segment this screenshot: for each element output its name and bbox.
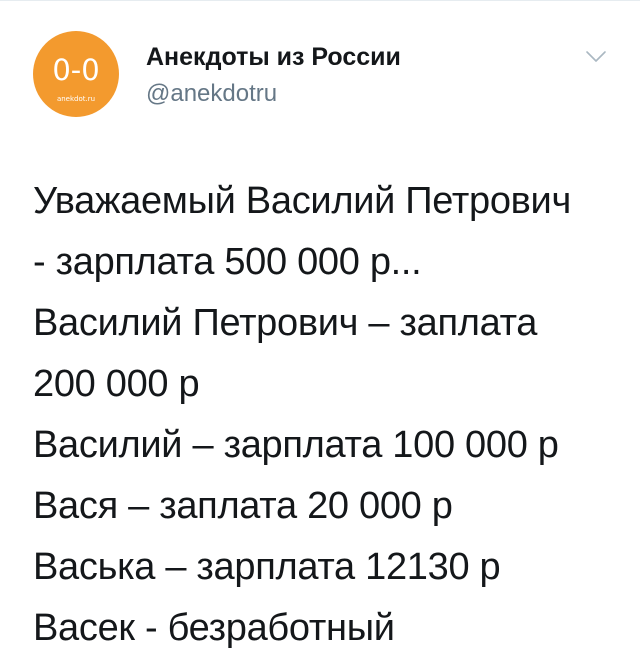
tweet-text-line: Вася – заплата 20 000 р (33, 485, 453, 527)
tweet-text-line: Уважаемый Василий Петрович (33, 180, 571, 222)
avatar-logo-mark: 0-0 (52, 53, 100, 87)
tweet-text-line: Василий – зарплата 100 000 р (33, 424, 559, 466)
author-display-name[interactable]: Анекдоты из России (146, 43, 401, 71)
avatar[interactable]: 0-0 anekdot.ru (33, 31, 119, 117)
tweet-text-line: Васек - безработный (33, 607, 395, 649)
chevron-down-icon[interactable] (584, 49, 608, 65)
tweet-text-line: - зарплата 500 000 р... (33, 241, 422, 283)
tweet-text-line: 200 000 р (33, 363, 200, 405)
tweet-text-line: Васька – зарплата 12130 р (33, 546, 501, 588)
avatar-logo-caption: anekdot.ru (56, 95, 96, 103)
author-handle[interactable]: @anekdotru (146, 80, 277, 108)
tweet: 0-0 anekdot.ru Анекдоты из России @anekd… (0, 0, 640, 667)
tweet-text: Уважаемый Василий Петрович - зарплата 50… (33, 171, 623, 659)
tweet-text-line: Василий Петрович – заплата (33, 302, 538, 344)
